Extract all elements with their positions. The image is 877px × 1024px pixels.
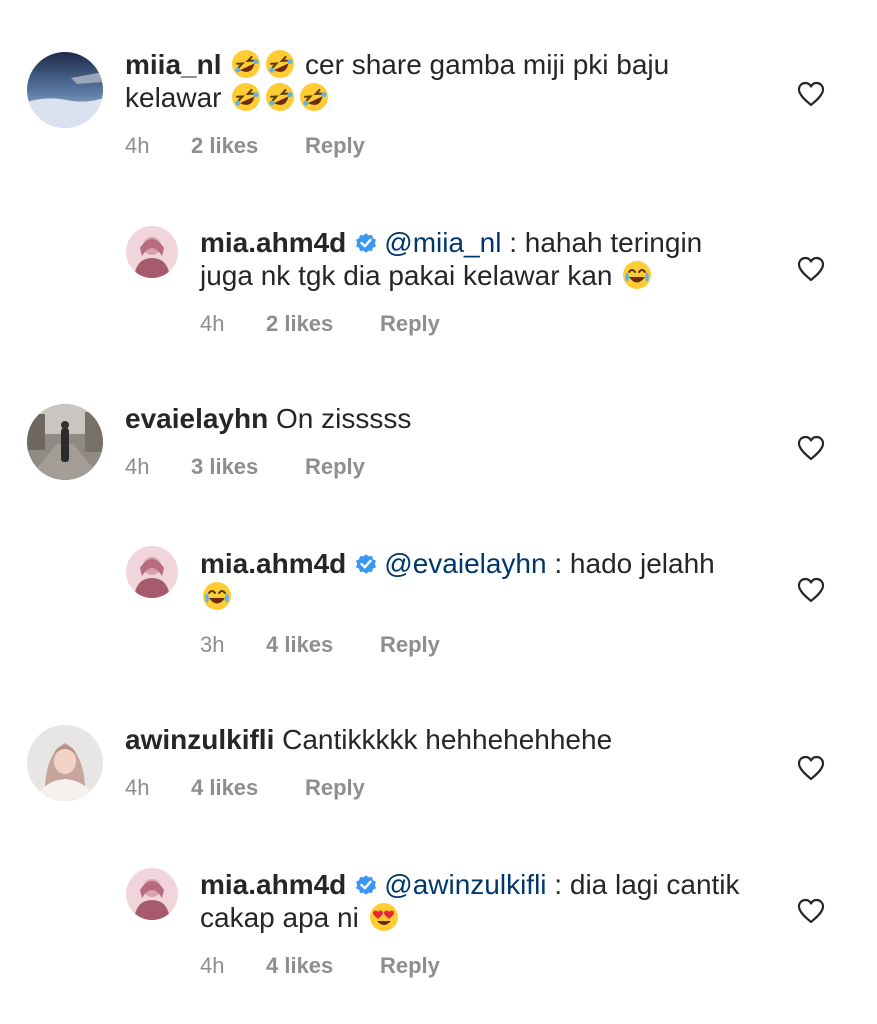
- rofl-emoji: [265, 49, 295, 79]
- comment-text: Cantikkkkk hehhehehhehe: [282, 724, 613, 755]
- rofl-emoji: [231, 82, 261, 112]
- avatar[interactable]: [126, 226, 178, 278]
- comment-likes[interactable]: 4 likes: [266, 632, 380, 658]
- comment-time: 4h: [125, 133, 150, 158]
- rofl-emoji: [299, 82, 329, 112]
- comment-body: mia.ahm4d @miia_nl : hahah teringin juga …: [200, 226, 760, 292]
- tears-of-joy-emoji: [202, 581, 232, 611]
- comment-username[interactable]: mia.ahm4d: [200, 227, 346, 258]
- comment-body: awinzulkifli Cantikkkkk hehhehehhehe: [125, 723, 765, 756]
- avatar[interactable]: [126, 546, 178, 598]
- verified-badge-icon: [354, 873, 378, 897]
- comment-likes[interactable]: 4 likes: [191, 775, 305, 801]
- heart-outline-icon[interactable]: [796, 754, 826, 782]
- comment-time: 4h: [125, 775, 150, 800]
- comment-time: 4h: [200, 311, 225, 336]
- comment-body: evaielayhn On zisssss: [125, 402, 765, 435]
- comment-meta: 4h 2 likes Reply: [200, 311, 440, 337]
- comment-username[interactable]: awinzulkifli: [125, 724, 274, 755]
- reply-button[interactable]: Reply: [380, 953, 440, 979]
- comment-meta: 4h 4 likes Reply: [125, 775, 365, 801]
- comment-username[interactable]: mia.ahm4d: [200, 869, 346, 900]
- comment-likes[interactable]: 2 likes: [266, 311, 380, 337]
- comment-body: mia.ahm4d @awinzulkifli : dia lagi cantik…: [200, 868, 760, 934]
- reply-button[interactable]: Reply: [380, 311, 440, 337]
- reply-button[interactable]: Reply: [380, 632, 440, 658]
- comment-meta: 4h 3 likes Reply: [125, 454, 365, 480]
- verified-badge-icon: [354, 552, 378, 576]
- comment-text: : hado jelahh: [546, 548, 715, 579]
- rofl-emoji: [265, 82, 295, 112]
- comment-username[interactable]: evaielayhn: [125, 403, 268, 434]
- heart-outline-icon[interactable]: [796, 80, 826, 108]
- mention-link[interactable]: @awinzulkifli: [384, 869, 546, 900]
- comment-username[interactable]: miia_nl: [125, 49, 221, 80]
- rofl-emoji: [231, 49, 261, 79]
- comment-body: miia_nl cer share gamba miji pki baju ke…: [125, 48, 765, 114]
- tears-of-joy-emoji: [622, 260, 652, 290]
- comment-likes[interactable]: 3 likes: [191, 454, 305, 480]
- comment-time: 4h: [200, 953, 225, 978]
- comment-meta: 4h 4 likes Reply: [200, 953, 440, 979]
- verified-badge-icon: [354, 231, 378, 255]
- comment-text: On zisssss: [275, 403, 412, 434]
- comment-body: mia.ahm4d @evaielayhn : hado jelahh: [200, 547, 760, 613]
- avatar[interactable]: [27, 404, 103, 480]
- heart-outline-icon[interactable]: [796, 897, 826, 925]
- comment-likes[interactable]: 2 likes: [191, 133, 305, 159]
- avatar[interactable]: [27, 52, 103, 128]
- comment-meta: 4h 2 likes Reply: [125, 133, 365, 159]
- comment-time: 4h: [125, 454, 150, 479]
- comment-username[interactable]: mia.ahm4d: [200, 548, 346, 579]
- comments-feed: miia_nl cer share gamba miji pki baju ke…: [0, 0, 877, 1024]
- comment-likes[interactable]: 4 likes: [266, 953, 380, 979]
- comment-meta: 3h 4 likes Reply: [200, 632, 440, 658]
- reply-button[interactable]: Reply: [305, 775, 365, 801]
- comment-time: 3h: [200, 632, 225, 657]
- mention-link[interactable]: @miia_nl: [384, 227, 501, 258]
- mention-link[interactable]: @evaielayhn: [384, 548, 546, 579]
- reply-button[interactable]: Reply: [305, 133, 365, 159]
- heart-outline-icon[interactable]: [796, 434, 826, 462]
- heart-eyes-emoji: [369, 902, 399, 932]
- avatar[interactable]: [126, 868, 178, 920]
- heart-outline-icon[interactable]: [796, 576, 826, 604]
- heart-outline-icon[interactable]: [796, 255, 826, 283]
- avatar[interactable]: [27, 725, 103, 801]
- reply-button[interactable]: Reply: [305, 454, 365, 480]
